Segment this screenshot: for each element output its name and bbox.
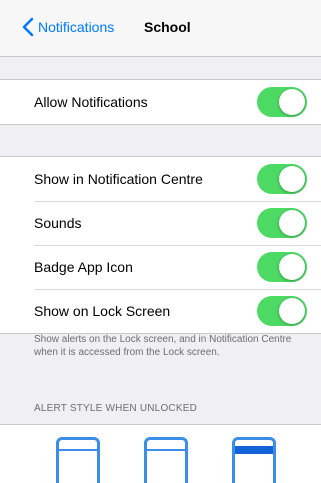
navigation-bar: Notifications School [0,0,321,57]
toggle-knob [279,298,305,324]
alert-style-none-icon[interactable] [144,437,188,483]
badge-app-icon-label: Badge App Icon [34,259,133,275]
allow-notifications-label: Allow Notifications [34,94,148,110]
show-in-notification-centre-label: Show in Notification Centre [34,171,203,187]
show-on-lock-screen-label: Show on Lock Screen [34,303,171,319]
alert-style-divider [59,449,97,451]
sounds-row: Sounds [0,201,321,245]
alert-style-picker [0,424,321,483]
toggle-knob [279,166,305,192]
notification-settings-screen: Notifications School Allow Notifications… [0,0,321,483]
show-in-notification-centre-toggle[interactable] [257,164,307,194]
alert-style-banner-icon[interactable] [232,437,276,483]
show-on-lock-screen-toggle[interactable] [257,296,307,326]
chevron-left-icon [22,17,34,37]
show-on-lock-screen-row: Show on Lock Screen [0,289,321,333]
toggle-knob [279,89,305,115]
badge-app-icon-toggle[interactable] [257,252,307,282]
badge-app-icon-row: Badge App Icon [0,245,321,289]
allow-notifications-row: Allow Notifications [0,80,321,124]
lock-screen-footer-note: Show alerts on the Lock screen, and in N… [34,334,292,358]
sounds-label: Sounds [34,215,82,231]
allow-notifications-group: Allow Notifications [0,79,321,125]
alert-style-section-header: ALERT STYLE WHEN UNLOCKED [34,403,198,414]
alert-style-divider [147,449,185,451]
notification-options-group: Show in Notification Centre Sounds Badge… [0,156,321,334]
allow-notifications-toggle[interactable] [257,87,307,117]
toggle-knob [279,210,305,236]
back-button[interactable]: Notifications [22,14,114,40]
alert-style-none-icon[interactable] [56,437,100,483]
show-in-notification-centre-row: Show in Notification Centre [0,157,321,201]
toggle-knob [279,254,305,280]
page-title: School [144,19,191,35]
sounds-toggle[interactable] [257,208,307,238]
back-button-label: Notifications [38,19,115,35]
alert-style-banner-bar [235,446,273,454]
